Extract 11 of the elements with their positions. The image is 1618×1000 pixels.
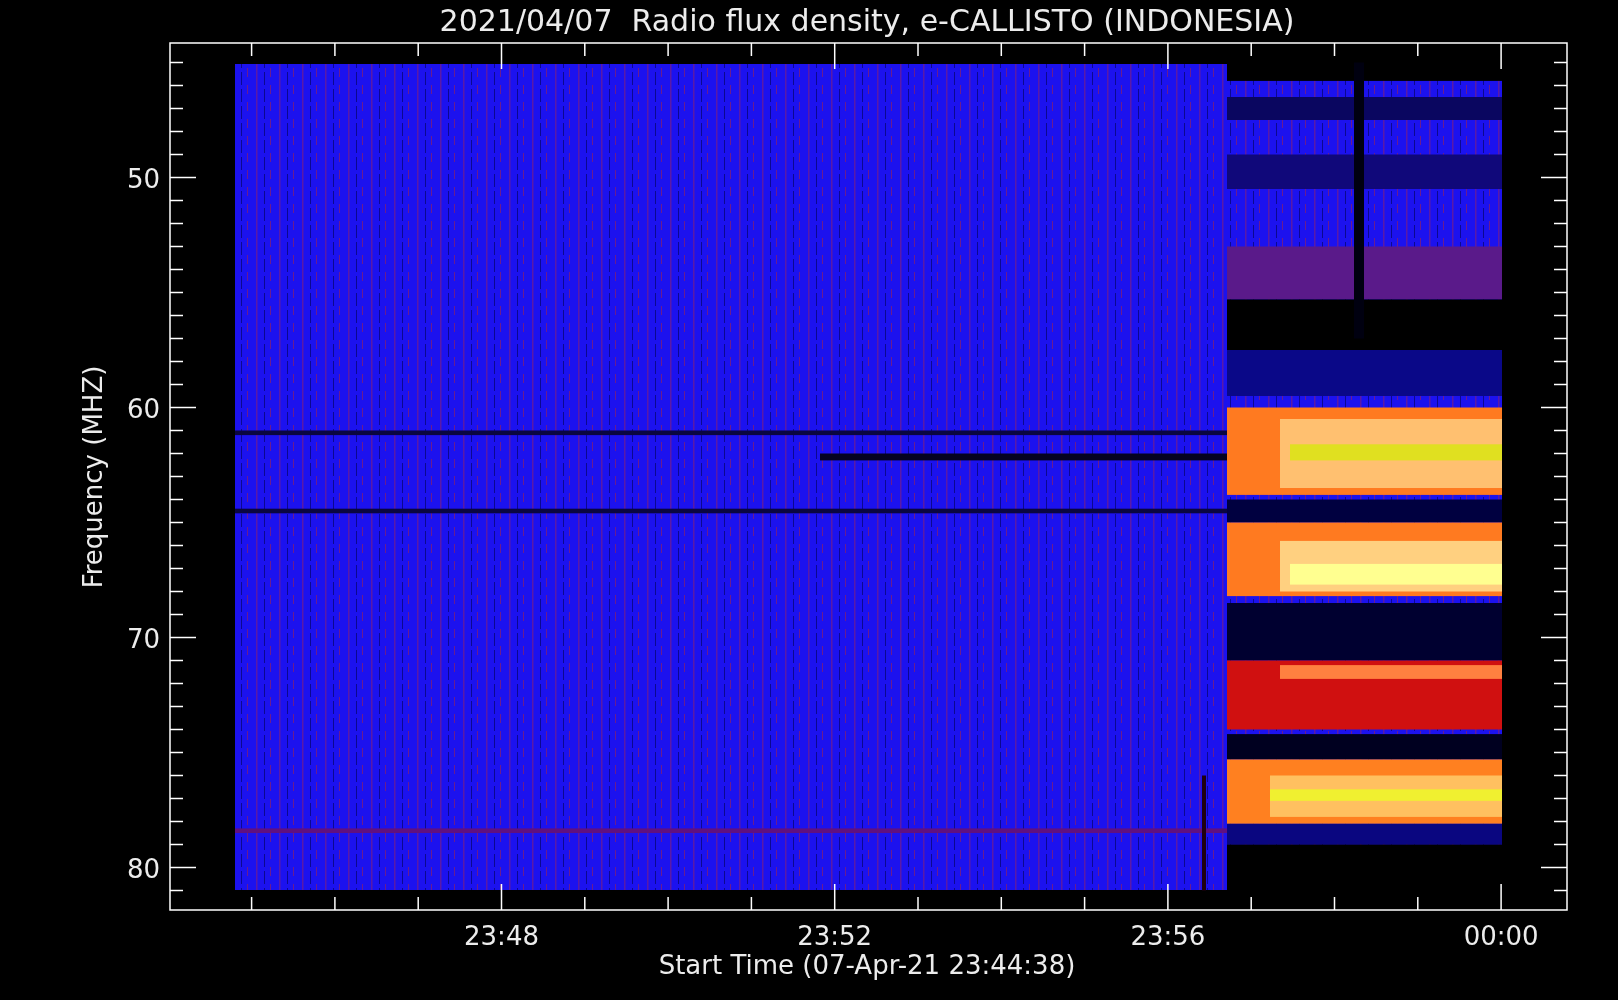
tick-label: 23:48	[464, 921, 539, 951]
tick-label: 00:00	[1463, 921, 1539, 951]
axis-label: Frequency (MHZ)	[78, 365, 108, 589]
tick-label: 23:52	[797, 921, 873, 951]
tick-label: 70	[126, 623, 160, 654]
chart-title: 2021/04/07 Radio flux density, e-CALLISTO (INDONESIA)	[439, 3, 1295, 38]
axis-label: Start Time (07-Apr-21 23:44:38)	[658, 950, 1076, 980]
tick-label: 80	[126, 853, 160, 884]
tick-label: 60	[126, 393, 160, 424]
tick-label: 50	[126, 163, 160, 194]
tick-label: 23:56	[1130, 921, 1206, 951]
